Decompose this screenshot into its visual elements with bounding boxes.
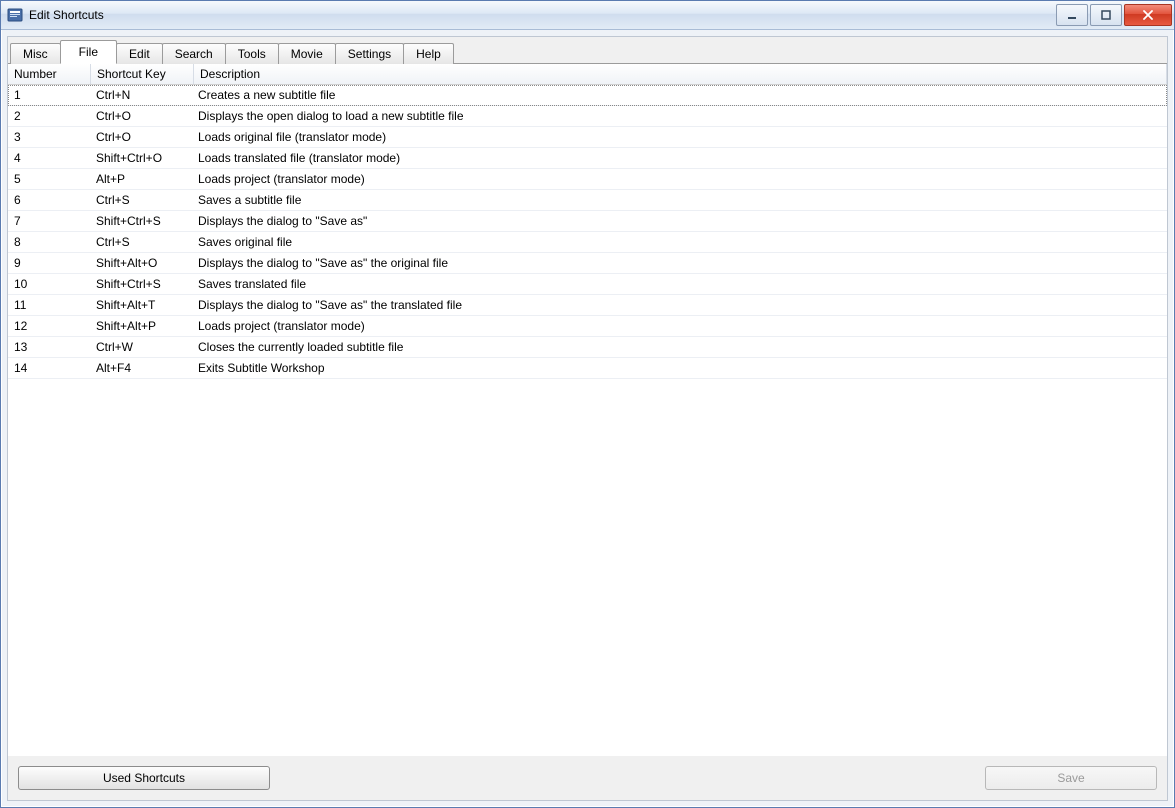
window-controls	[1054, 4, 1172, 26]
bottom-bar: Used Shortcuts Save	[8, 756, 1167, 800]
minimize-button[interactable]	[1056, 4, 1088, 26]
maximize-button[interactable]	[1090, 4, 1122, 26]
tab-file[interactable]: File	[60, 40, 117, 64]
table-row[interactable]: 4Shift+Ctrl+OLoads translated file (tran…	[8, 148, 1167, 169]
cell-description: Displays the open dialog to load a new s…	[192, 109, 1167, 123]
cell-shortcut-key: Ctrl+S	[90, 193, 192, 207]
cell-number: 10	[8, 277, 90, 291]
cell-shortcut-key: Ctrl+O	[90, 109, 192, 123]
cell-description: Saves a subtitle file	[192, 193, 1167, 207]
edit-shortcuts-window: Edit Shortcuts MiscFileEditSearchToolsMo…	[0, 0, 1175, 808]
cell-number: 13	[8, 340, 90, 354]
cell-number: 7	[8, 214, 90, 228]
cell-shortcut-key: Ctrl+O	[90, 130, 192, 144]
cell-number: 2	[8, 109, 90, 123]
table-body[interactable]: 1Ctrl+NCreates a new subtitle file2Ctrl+…	[8, 85, 1167, 756]
tab-movie[interactable]: Movie	[278, 43, 336, 64]
cell-description: Creates a new subtitle file	[192, 88, 1167, 102]
cell-number: 14	[8, 361, 90, 375]
column-header-number[interactable]: Number	[8, 64, 91, 84]
cell-shortcut-key: Alt+F4	[90, 361, 192, 375]
used-shortcuts-button[interactable]: Used Shortcuts	[18, 766, 270, 790]
table-row[interactable]: 5Alt+PLoads project (translator mode)	[8, 169, 1167, 190]
client-area: MiscFileEditSearchToolsMovieSettingsHelp…	[7, 36, 1168, 801]
table-row[interactable]: 2Ctrl+ODisplays the open dialog to load …	[8, 106, 1167, 127]
cell-description: Saves original file	[192, 235, 1167, 249]
cell-number: 3	[8, 130, 90, 144]
column-header-description[interactable]: Description	[194, 64, 1167, 84]
table-row[interactable]: 6Ctrl+SSaves a subtitle file	[8, 190, 1167, 211]
cell-description: Displays the dialog to "Save as" the ori…	[192, 256, 1167, 270]
cell-number: 1	[8, 88, 90, 102]
app-icon	[7, 7, 23, 23]
table-row[interactable]: 9Shift+Alt+ODisplays the dialog to "Save…	[8, 253, 1167, 274]
cell-number: 6	[8, 193, 90, 207]
table-row[interactable]: 7Shift+Ctrl+SDisplays the dialog to "Sav…	[8, 211, 1167, 232]
tab-settings[interactable]: Settings	[335, 43, 404, 64]
table-row[interactable]: 14Alt+F4Exits Subtitle Workshop	[8, 358, 1167, 379]
cell-description: Displays the dialog to "Save as"	[192, 214, 1167, 228]
table-row[interactable]: 3Ctrl+OLoads original file (translator m…	[8, 127, 1167, 148]
cell-shortcut-key: Shift+Alt+P	[90, 319, 192, 333]
cell-number: 12	[8, 319, 90, 333]
cell-number: 11	[8, 298, 90, 312]
cell-description: Displays the dialog to "Save as" the tra…	[192, 298, 1167, 312]
table-header: Number Shortcut Key Description	[8, 64, 1167, 85]
table-row[interactable]: 13Ctrl+WCloses the currently loaded subt…	[8, 337, 1167, 358]
table-row[interactable]: 8Ctrl+SSaves original file	[8, 232, 1167, 253]
cell-number: 8	[8, 235, 90, 249]
tab-help[interactable]: Help	[403, 43, 454, 64]
cell-number: 9	[8, 256, 90, 270]
cell-description: Loads translated file (translator mode)	[192, 151, 1167, 165]
save-button[interactable]: Save	[985, 766, 1157, 790]
tab-tools[interactable]: Tools	[225, 43, 279, 64]
cell-shortcut-key: Ctrl+S	[90, 235, 192, 249]
table-row[interactable]: 12Shift+Alt+PLoads project (translator m…	[8, 316, 1167, 337]
tab-misc[interactable]: Misc	[10, 43, 61, 64]
cell-shortcut-key: Shift+Ctrl+O	[90, 151, 192, 165]
tab-search[interactable]: Search	[162, 43, 226, 64]
titlebar[interactable]: Edit Shortcuts	[1, 1, 1174, 30]
cell-shortcut-key: Ctrl+N	[90, 88, 192, 102]
cell-number: 4	[8, 151, 90, 165]
window-title: Edit Shortcuts	[29, 8, 1054, 22]
cell-description: Loads project (translator mode)	[192, 172, 1167, 186]
cell-shortcut-key: Ctrl+W	[90, 340, 192, 354]
table-row[interactable]: 10Shift+Ctrl+SSaves translated file	[8, 274, 1167, 295]
cell-shortcut-key: Shift+Alt+T	[90, 298, 192, 312]
cell-description: Exits Subtitle Workshop	[192, 361, 1167, 375]
shortcuts-table: Number Shortcut Key Description 1Ctrl+NC…	[8, 64, 1167, 756]
cell-description: Loads original file (translator mode)	[192, 130, 1167, 144]
table-row[interactable]: 1Ctrl+NCreates a new subtitle file	[8, 85, 1167, 106]
table-row[interactable]: 11Shift+Alt+TDisplays the dialog to "Sav…	[8, 295, 1167, 316]
tab-edit[interactable]: Edit	[116, 43, 163, 64]
tab-strip: MiscFileEditSearchToolsMovieSettingsHelp	[8, 37, 1167, 64]
close-button[interactable]	[1124, 4, 1172, 26]
cell-description: Saves translated file	[192, 277, 1167, 291]
cell-description: Closes the currently loaded subtitle fil…	[192, 340, 1167, 354]
cell-number: 5	[8, 172, 90, 186]
cell-shortcut-key: Shift+Alt+O	[90, 256, 192, 270]
column-header-shortcut-key[interactable]: Shortcut Key	[91, 64, 194, 84]
cell-shortcut-key: Shift+Ctrl+S	[90, 277, 192, 291]
cell-shortcut-key: Alt+P	[90, 172, 192, 186]
cell-description: Loads project (translator mode)	[192, 319, 1167, 333]
cell-shortcut-key: Shift+Ctrl+S	[90, 214, 192, 228]
